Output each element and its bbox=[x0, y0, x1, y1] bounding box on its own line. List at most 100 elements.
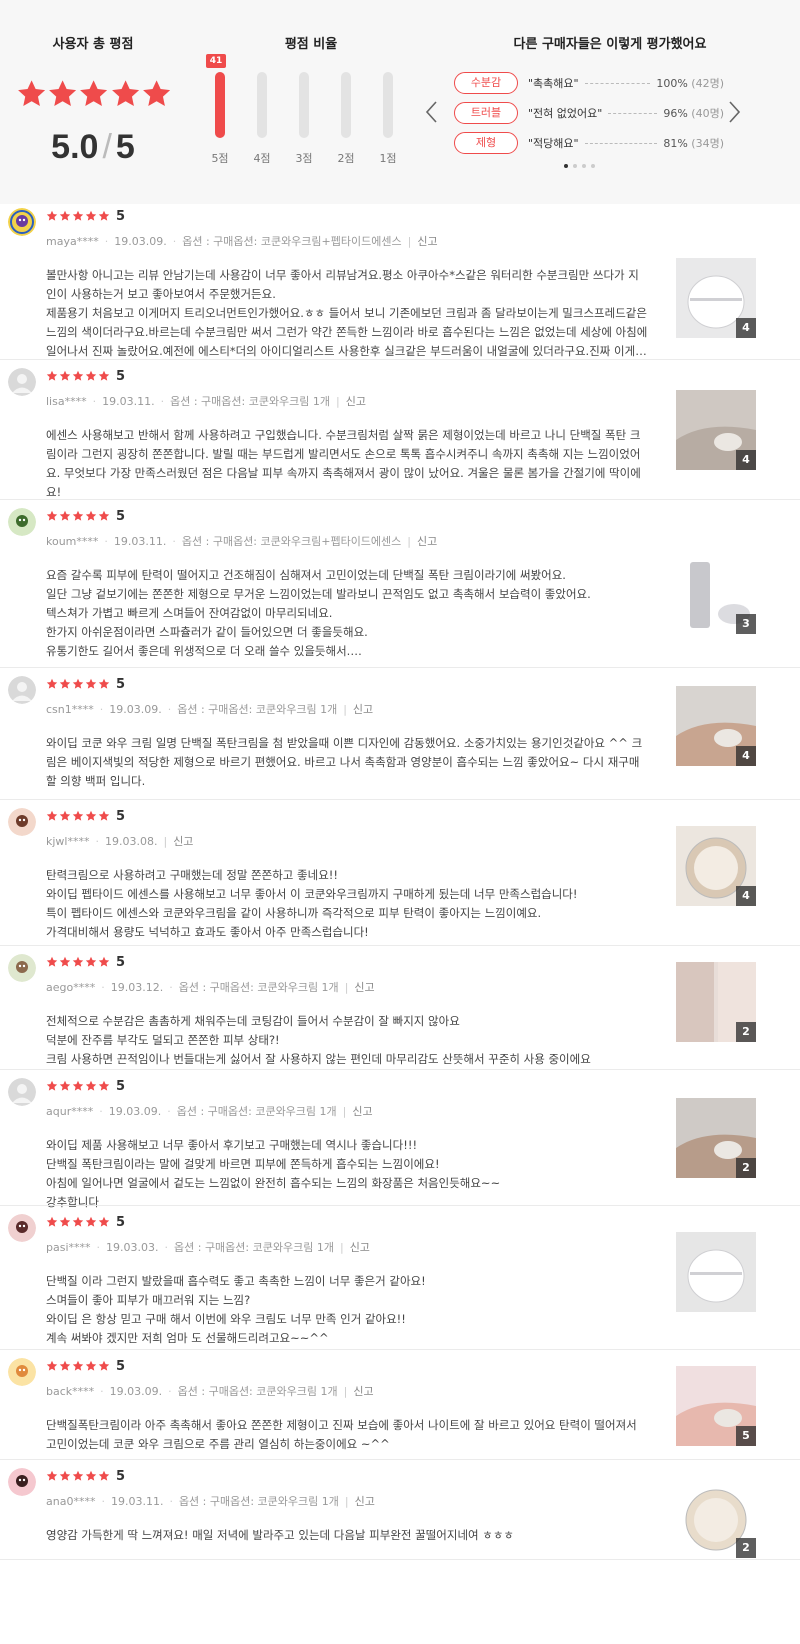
review-meta: kjwl**** · 19.03.08. | 신고 bbox=[46, 833, 193, 849]
avatar-image bbox=[8, 808, 36, 836]
star-icon bbox=[46, 678, 58, 689]
star-icon bbox=[59, 1080, 71, 1091]
pagination-dot[interactable] bbox=[573, 164, 577, 168]
pagination-dot[interactable] bbox=[564, 164, 568, 168]
meta-separator: | bbox=[343, 703, 347, 716]
review-item: 5 ana0**** · 19.03.11. · 옵션 : 구매옵션: 코쿤와우크림 1개… bbox=[0, 1460, 800, 1560]
review-line: 단백질폭탄크림이라 아주 촉촉해서 좋아요 쫀쫀한 제형이고 진짜 보습에 좋아… bbox=[46, 1418, 637, 1432]
dotted-leader bbox=[584, 82, 651, 84]
review-photo[interactable]: 4 bbox=[676, 390, 756, 470]
meta-separator: · bbox=[172, 535, 176, 548]
review-line: 와이딥 펩타이드 에센스를 사용해보고 너무 좋아서 이 코쿤와우크림까지 구매… bbox=[46, 887, 578, 901]
review-photo[interactable]: 4 bbox=[676, 258, 756, 338]
report-link[interactable]: 신고 bbox=[173, 835, 193, 848]
bar-track bbox=[383, 72, 393, 138]
score-max: 5 bbox=[115, 128, 135, 166]
star-icon bbox=[46, 810, 58, 821]
review-photo[interactable]: 2 bbox=[676, 1478, 756, 1558]
pagination-dot[interactable] bbox=[582, 164, 586, 168]
review-line: 볼만사항 아니고는 리뷰 안남기는데 사용감이 너무 좋아서 리뷰남겨요.평소 … bbox=[46, 268, 639, 282]
review-photo[interactable]: 4 bbox=[676, 826, 756, 906]
total-star-rating bbox=[16, 78, 172, 110]
review-line: 와이딥 제품 사용해보고 너무 좋아서 후기보고 구매했는데 역시나 좋습니다!… bbox=[46, 1138, 418, 1152]
star-icon bbox=[59, 370, 71, 381]
report-link[interactable]: 신고 bbox=[352, 1105, 372, 1118]
avatar-image bbox=[8, 368, 36, 396]
review-line: 특이 펩타이드 에센스와 코쿤와우크림을 같이 사용하니까 즉각적으로 피부 탄… bbox=[46, 906, 542, 920]
review-star-rating: 5 bbox=[46, 1468, 126, 1484]
report-link[interactable]: 신고 bbox=[353, 1385, 373, 1398]
review-date: 19.03.09. bbox=[108, 1105, 162, 1118]
meta-separator: · bbox=[95, 835, 99, 848]
review-body: 와이딥 제품 사용해보고 너무 좋아서 후기보고 구매했는데 역시나 좋습니다!… bbox=[46, 1136, 660, 1212]
bar-track bbox=[299, 72, 309, 138]
review-line: 탄력크림으로 사용하려고 구매했는데 정말 쫀쫀하고 좋네요!! bbox=[46, 868, 338, 882]
attribute-tag: 트러블 bbox=[454, 102, 518, 124]
photo-count-badge: 4 bbox=[736, 450, 756, 470]
review-photo[interactable]: 4 bbox=[676, 686, 756, 766]
percent-value: 96% bbox=[663, 107, 688, 120]
review-photo[interactable] bbox=[676, 1232, 756, 1312]
avatar-image bbox=[8, 1078, 36, 1106]
report-link[interactable]: 신고 bbox=[353, 703, 373, 716]
review-star-rating: 5 bbox=[46, 209, 125, 224]
review-star-rating: 5 bbox=[46, 1359, 125, 1374]
star-icon bbox=[46, 210, 58, 221]
rating-distribution: 41 5점 4점 3점 2점 1점 bbox=[206, 52, 406, 172]
review-body: 요즘 갈수록 피부에 탄력이 떨어지고 건조해짐이 심해져서 고민이었는데 단백… bbox=[46, 566, 660, 661]
review-photo-image bbox=[676, 1232, 756, 1312]
report-link[interactable]: 신고 bbox=[354, 981, 374, 994]
photo-count-badge: 5 bbox=[736, 1426, 756, 1446]
star-icon bbox=[98, 1470, 110, 1481]
review-body: 전체적으로 수분감은 촘촘하게 채워주는데 코팅감이 들어서 수분감이 잘 빠지… bbox=[46, 1012, 660, 1069]
star-icon bbox=[85, 956, 97, 967]
star-icon bbox=[59, 678, 71, 689]
avatar-image bbox=[8, 1468, 36, 1496]
attribute-tag: 제형 bbox=[454, 132, 518, 154]
average-score: 5.0/5 bbox=[0, 128, 186, 167]
carousel-next-button[interactable] bbox=[726, 100, 742, 124]
purchase-option: 옵션 : 구매옵션: 코쿤와우크림 1개 bbox=[170, 395, 331, 408]
review-line: 한가지 아쉬운점이라면 스파츌러가 같이 들어있으면 더 좋을듯해요. bbox=[46, 625, 368, 639]
star-icon bbox=[72, 956, 84, 967]
review-score: 5 bbox=[116, 1468, 126, 1484]
review-item: 5 koum**** · 19.03.11. · 옵션 : 구매옵션: 코쿤와우크림+펩타… bbox=[0, 500, 800, 668]
review-score: 5 bbox=[116, 368, 126, 384]
review-line: 고민이었는데 코쿤 와우 크림으로 주름 관리 열심히 하는중이에요 ~^^ bbox=[46, 1437, 390, 1451]
review-photo[interactable]: 2 bbox=[676, 962, 756, 1042]
percent-value: 81% bbox=[663, 137, 688, 150]
review-line: 단백질 폭탄크림이라는 말에 걸맞게 바르면 피부에 쫀득하게 흡수되는 느낌이… bbox=[46, 1157, 440, 1171]
star-icon bbox=[98, 1360, 110, 1371]
report-link[interactable]: 신고 bbox=[417, 535, 437, 548]
attribute-percent: 100% (42명) bbox=[656, 75, 724, 91]
review-photo[interactable]: 3 bbox=[676, 554, 756, 634]
review-star-rating: 5 bbox=[46, 509, 125, 524]
review-meta: aego**** · 19.03.12. · 옵션 : 구매옵션: 코쿤와우크림 1개 |… bbox=[46, 979, 375, 995]
dotted-leader bbox=[584, 142, 658, 144]
avatar bbox=[8, 508, 36, 536]
dotted-leader bbox=[608, 112, 658, 114]
review-meta: back**** · 19.03.09. · 옵션 : 구매옵션: 코쿤와우크림 1개 |… bbox=[46, 1383, 374, 1399]
review-photo[interactable]: 2 bbox=[676, 1098, 756, 1178]
star-icon bbox=[85, 1080, 97, 1091]
report-link[interactable]: 신고 bbox=[350, 1241, 370, 1254]
meta-separator: | bbox=[344, 1495, 349, 1508]
review-line: 인이 사용하는거 보고 좋아보여서 주문했거든요. bbox=[46, 287, 276, 301]
review-photo[interactable]: 5 bbox=[676, 1366, 756, 1446]
score-divider: / bbox=[102, 128, 112, 166]
total-rating-title: 사용자 총 평점 bbox=[52, 37, 134, 52]
rating-ratio-title: 평점 비율 bbox=[284, 37, 338, 52]
purchase-option: 옵션 : 구매옵션: 코쿤와우크림 1개 bbox=[174, 1241, 334, 1254]
review-star-rating: 5 bbox=[46, 955, 125, 970]
reviewer-id: aego**** bbox=[46, 981, 96, 994]
pagination-dot[interactable] bbox=[591, 164, 595, 168]
report-link[interactable]: 신고 bbox=[417, 235, 437, 248]
avatar bbox=[8, 954, 36, 982]
report-link[interactable]: 신고 bbox=[355, 1495, 375, 1508]
report-link[interactable]: 신고 bbox=[346, 395, 366, 408]
bar-label: 2점 bbox=[337, 152, 355, 165]
carousel-prev-button[interactable] bbox=[424, 100, 440, 124]
meta-separator: · bbox=[100, 1385, 104, 1398]
review-meta: csn1**** · 19.03.09. · 옵션 : 구매옵션: 코쿤와우크림 1개 |… bbox=[46, 701, 373, 717]
review-star-rating: 5 bbox=[46, 1079, 125, 1094]
